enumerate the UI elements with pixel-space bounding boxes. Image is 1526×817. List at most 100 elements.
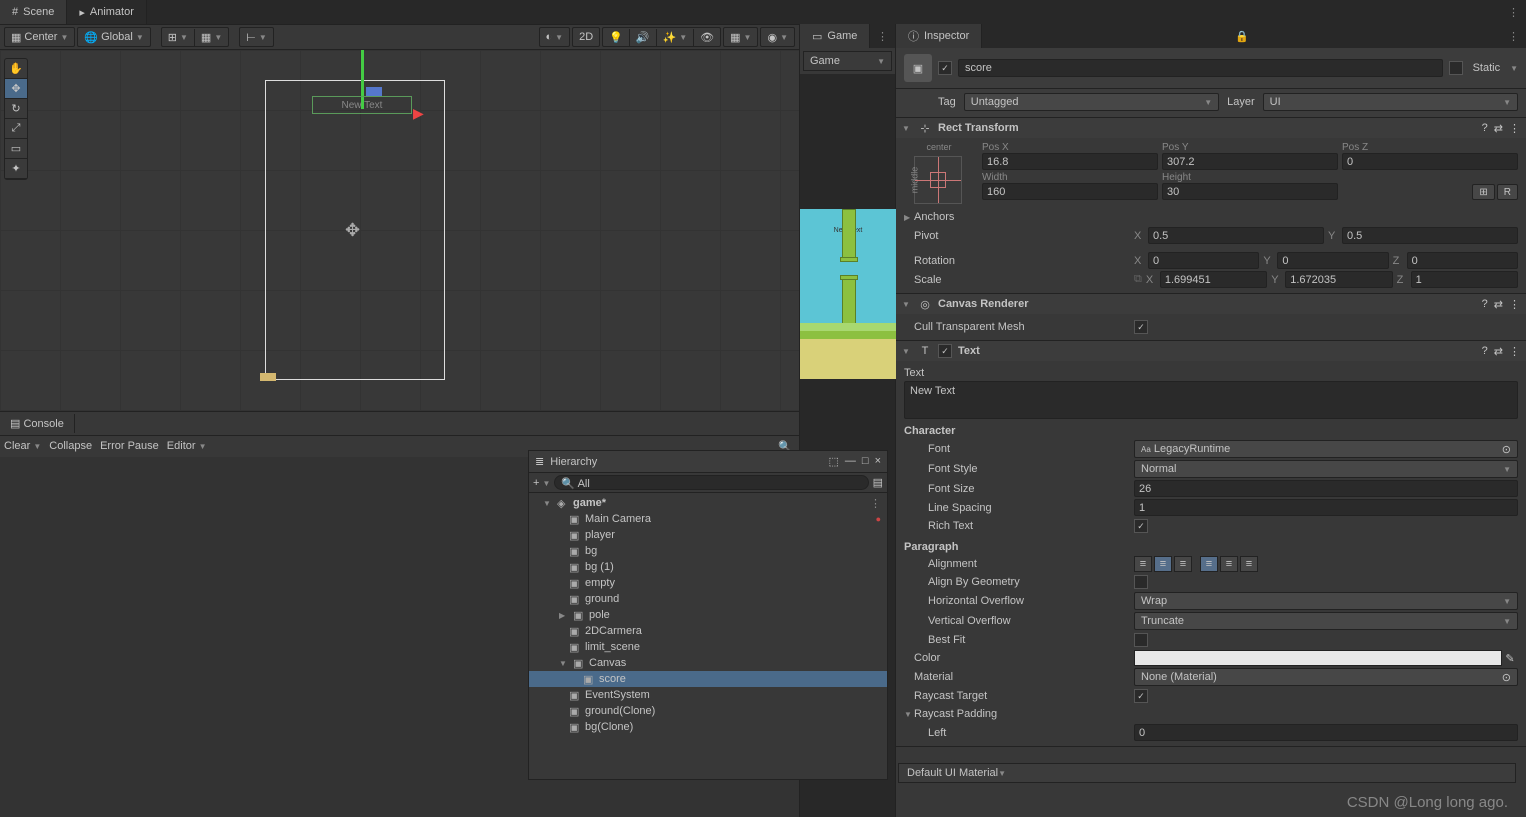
light-button[interactable]: 💡 — [603, 29, 630, 46]
pivot-y-input[interactable]: 0.5 — [1342, 227, 1518, 244]
scene-tab[interactable]: #Scene — [0, 0, 67, 24]
align-left-button[interactable]: ≡ — [1134, 556, 1152, 572]
comp-menu-icon[interactable]: ⋮ — [1509, 122, 1520, 135]
preset-icon[interactable]: ⇄ — [1494, 298, 1503, 311]
gizmos-button[interactable]: ◉▼ — [761, 29, 794, 46]
rect-tool[interactable]: ▭ — [5, 139, 27, 159]
scale-y-input[interactable]: 1.672035 — [1285, 271, 1392, 288]
minimize-icon[interactable]: — — [845, 455, 856, 468]
fx-button[interactable]: ✨▼ — [657, 29, 695, 46]
height-input[interactable]: 30 — [1162, 183, 1338, 200]
camera-button[interactable]: ▦▼ — [724, 29, 757, 46]
help-icon[interactable]: ? — [1482, 345, 1488, 358]
transform-tool[interactable]: ✦ — [5, 159, 27, 179]
linespacing-input[interactable]: 1 — [1134, 499, 1518, 516]
align-bottom-button[interactable]: ≡ — [1240, 556, 1258, 572]
posz-input[interactable]: 0 — [1342, 153, 1518, 170]
x-axis-gizmo[interactable]: ▶ — [413, 105, 424, 122]
static-checkbox[interactable] — [1449, 61, 1463, 75]
grid-button[interactable]: ▦▼ — [195, 29, 228, 46]
tree-item[interactable]: ▣bg(Clone) — [529, 719, 887, 735]
cr-foldout[interactable]: ▼ — [902, 300, 912, 309]
alignbygeom-checkbox[interactable] — [1134, 575, 1148, 589]
2d-mode-button[interactable]: 2D — [573, 29, 599, 45]
eyedropper-icon[interactable]: ✎ — [1502, 652, 1518, 665]
comp-menu-icon[interactable]: ⋮ — [1509, 298, 1520, 311]
rotate-tool[interactable]: ↻ — [5, 99, 27, 119]
console-tab[interactable]: ▤ Console — [0, 414, 75, 433]
game-tab[interactable]: ▭Game — [800, 24, 870, 48]
align-top-button[interactable]: ≡ — [1200, 556, 1218, 572]
fontstyle-dropdown[interactable]: Normal▼ — [1134, 460, 1518, 478]
object-active-checkbox[interactable]: ✓ — [938, 61, 952, 75]
width-input[interactable]: 160 — [982, 183, 1158, 200]
left-input[interactable]: 0 — [1134, 724, 1518, 741]
font-field[interactable]: Aa LegacyRuntime⊙ — [1134, 440, 1518, 458]
snap-button[interactable]: ⊢▼ — [240, 29, 273, 46]
help-icon[interactable]: ? — [1482, 122, 1488, 135]
rect-foldout[interactable]: ▼ — [902, 124, 912, 133]
align-middle-button[interactable]: ≡ — [1220, 556, 1238, 572]
clear-button[interactable]: Clear ▼ — [4, 440, 41, 452]
rot-x-input[interactable]: 0 — [1148, 252, 1259, 269]
cull-checkbox[interactable]: ✓ — [1134, 320, 1148, 334]
grid-snap-button[interactable]: ⊞▼ — [162, 29, 195, 46]
audio-button[interactable]: 🔊 — [630, 29, 657, 46]
animator-tab[interactable]: ▸Animator — [67, 0, 147, 24]
pivot-x-input[interactable]: 0.5 — [1148, 227, 1324, 244]
lock-icon[interactable]: ⬚ — [829, 455, 839, 468]
editor-dropdown[interactable]: Editor ▼ — [167, 440, 207, 452]
lock-icon[interactable]: 🔒 — [1229, 30, 1255, 43]
tree-item[interactable]: ▼▣Canvas — [529, 655, 887, 671]
scene-view[interactable]: ✋ ✥ ↻ ⤢ ▭ ✦ New Text ▶ ✥ — [0, 50, 799, 411]
tree-item[interactable]: ▣empty — [529, 575, 887, 591]
maximize-icon[interactable]: □ — [862, 455, 869, 468]
hidden-button[interactable]: 👁 — [694, 29, 720, 46]
scene-text-element[interactable]: New Text — [312, 96, 412, 114]
tree-item[interactable]: ▣bg (1) — [529, 559, 887, 575]
richtext-checkbox[interactable]: ✓ — [1134, 519, 1148, 533]
tree-item[interactable]: ▣bg — [529, 543, 887, 559]
align-center-button[interactable]: ≡ — [1154, 556, 1172, 572]
raycast-checkbox[interactable]: ✓ — [1134, 689, 1148, 703]
tree-item[interactable]: ▣ground — [529, 591, 887, 607]
tree-item[interactable]: ▣limit_scene — [529, 639, 887, 655]
scale-x-input[interactable]: 1.699451 — [1160, 271, 1267, 288]
tree-item[interactable]: ▶▣pole — [529, 607, 887, 623]
shading-mode-button[interactable]: ◐▼ — [540, 29, 570, 45]
constrain-icon[interactable]: ⧉ — [1134, 273, 1142, 286]
static-dropdown-icon[interactable]: ▼ — [1510, 64, 1518, 73]
move-tool[interactable]: ✥ — [5, 79, 27, 99]
layer-dropdown[interactable]: UI▼ — [1263, 93, 1518, 111]
pivot-mode-dropdown[interactable]: ▦Center▼ — [4, 27, 75, 47]
anchor-preset-button[interactable]: middle — [914, 156, 962, 204]
text-enable-checkbox[interactable]: ✓ — [938, 344, 952, 358]
scale-z-input[interactable]: 1 — [1411, 271, 1518, 288]
tree-item[interactable]: ▣ground(Clone) — [529, 703, 887, 719]
inspector-menu-icon[interactable]: ⋮ — [1502, 30, 1526, 43]
help-icon[interactable]: ? — [1482, 298, 1488, 311]
game-display-dropdown[interactable]: Game▼ — [803, 51, 892, 71]
bestfit-checkbox[interactable] — [1134, 633, 1148, 647]
posy-input[interactable]: 307.2 — [1162, 153, 1338, 170]
fontsize-input[interactable]: 26 — [1134, 480, 1518, 497]
tree-item[interactable]: ▣EventSystem — [529, 687, 887, 703]
preset-icon[interactable]: ⇄ — [1494, 122, 1503, 135]
rot-z-input[interactable]: 0 — [1407, 252, 1518, 269]
error-pause-button[interactable]: Error Pause — [100, 440, 159, 452]
scene-root-item[interactable]: ▼◈game*⋮ — [529, 495, 887, 511]
inspector-tab[interactable]: ⓘInspector — [896, 24, 982, 48]
tree-item[interactable]: ▣Main Camera● — [529, 511, 887, 527]
search-type-icon[interactable]: ▤ — [873, 476, 883, 489]
tag-dropdown[interactable]: Untagged▼ — [964, 93, 1219, 111]
raw-button[interactable]: R — [1497, 184, 1518, 200]
blueprint-button[interactable]: ⊞ — [1472, 184, 1494, 200]
rot-y-input[interactable]: 0 — [1277, 252, 1388, 269]
voverflow-dropdown[interactable]: Truncate▼ — [1134, 612, 1518, 630]
hand-tool[interactable]: ✋ — [5, 59, 27, 79]
space-mode-dropdown[interactable]: 🌐Global▼ — [77, 27, 150, 47]
collapse-button[interactable]: Collapse — [49, 440, 92, 452]
create-button[interactable]: + ▼ — [533, 477, 550, 489]
preset-icon[interactable]: ⇄ — [1494, 345, 1503, 358]
raycastpad-foldout[interactable]: ▼ — [904, 710, 914, 719]
